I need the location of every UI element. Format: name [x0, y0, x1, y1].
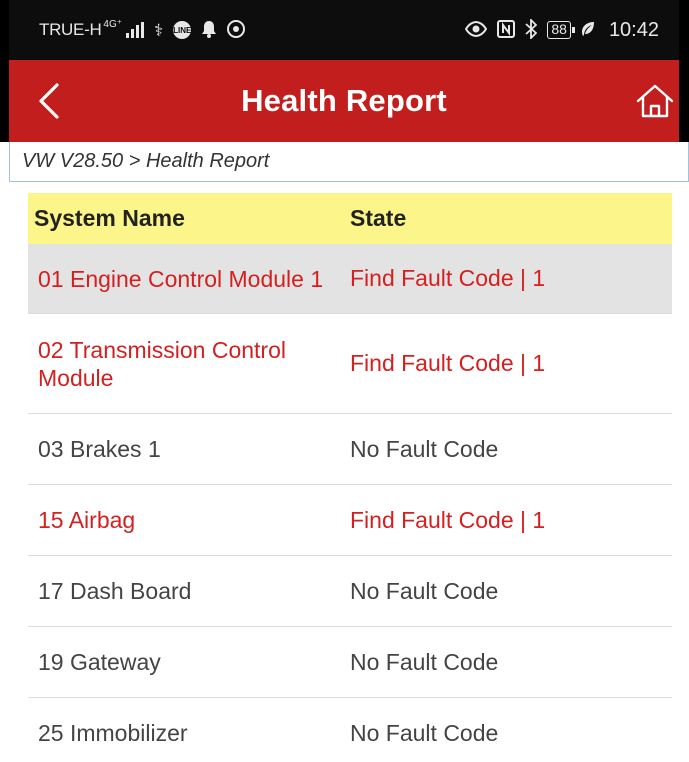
home-icon: [636, 84, 674, 118]
system-state: Find Fault Code | 1: [350, 350, 546, 376]
system-name: 25 Immobilizer: [38, 720, 188, 746]
eye-icon: [465, 20, 488, 40]
table-row[interactable]: 02 Transmission Control Module Find Faul…: [28, 314, 672, 414]
table-row[interactable]: 19 Gateway No Fault Code: [28, 627, 672, 698]
table-row[interactable]: 17 Dash Board No Fault Code: [28, 556, 672, 627]
chevron-left-icon: [39, 83, 59, 119]
chrome-icon: [227, 19, 246, 41]
table-row[interactable]: 25 Immobilizer No Fault Code: [28, 698, 672, 762]
bluetooth-icon: [525, 17, 538, 42]
stethoscope-icon: ⚕: [154, 20, 164, 40]
status-bar: TRUE-H 4G⁺ ⚕ LINE 88 10:42: [9, 0, 679, 60]
system-name: 19 Gateway: [38, 649, 161, 675]
carrier-label: TRUE-H: [39, 20, 102, 39]
system-state: No Fault Code: [350, 648, 499, 675]
home-button[interactable]: [633, 79, 677, 123]
table-header: System Name State: [28, 193, 672, 244]
status-left: TRUE-H 4G⁺ ⚕ LINE: [39, 19, 246, 41]
system-name: 15 Airbag: [38, 507, 136, 533]
line-app-icon: LINE: [173, 21, 191, 39]
system-state: No Fault Code: [350, 577, 499, 604]
table-row[interactable]: 01 Engine Control Module 1 Find Fault Co…: [28, 244, 672, 314]
system-state: Find Fault Code | 1: [350, 265, 546, 291]
table-row[interactable]: 15 Airbag Find Fault Code | 1: [28, 485, 672, 556]
system-state: No Fault Code: [350, 719, 499, 746]
table-row[interactable]: 03 Brakes 1 No Fault Code: [28, 414, 672, 485]
signal-icon: [126, 22, 145, 38]
frame-left: [0, 0, 9, 142]
status-right: 88 10:42: [465, 17, 659, 42]
clock-time: 10:42: [608, 18, 659, 41]
breadcrumb: VW V28.50 > Health Report: [9, 142, 689, 182]
header-system-name: System Name: [34, 205, 185, 231]
app-bar: Health Report: [9, 60, 679, 142]
system-name: 01 Engine Control Module 1: [38, 265, 324, 292]
network-type: 4G⁺: [103, 19, 123, 30]
system-name: 03 Brakes 1: [38, 436, 161, 462]
back-button[interactable]: [31, 79, 67, 123]
nfc-icon: [497, 19, 516, 41]
battery-saver-icon: [581, 21, 595, 40]
system-state: Find Fault Code | 1: [350, 506, 546, 533]
page-title: Health Report: [241, 83, 447, 118]
header-state: State: [350, 205, 407, 231]
system-state: No Fault Code: [350, 435, 499, 462]
bell-icon: [201, 20, 217, 41]
frame-right: [679, 0, 689, 142]
health-report-table: System Name State 01 Engine Control Modu…: [28, 193, 672, 762]
battery-icon: 88: [547, 21, 575, 39]
system-name: 17 Dash Board: [38, 578, 192, 604]
system-name: 02 Transmission Control Module: [38, 336, 286, 391]
